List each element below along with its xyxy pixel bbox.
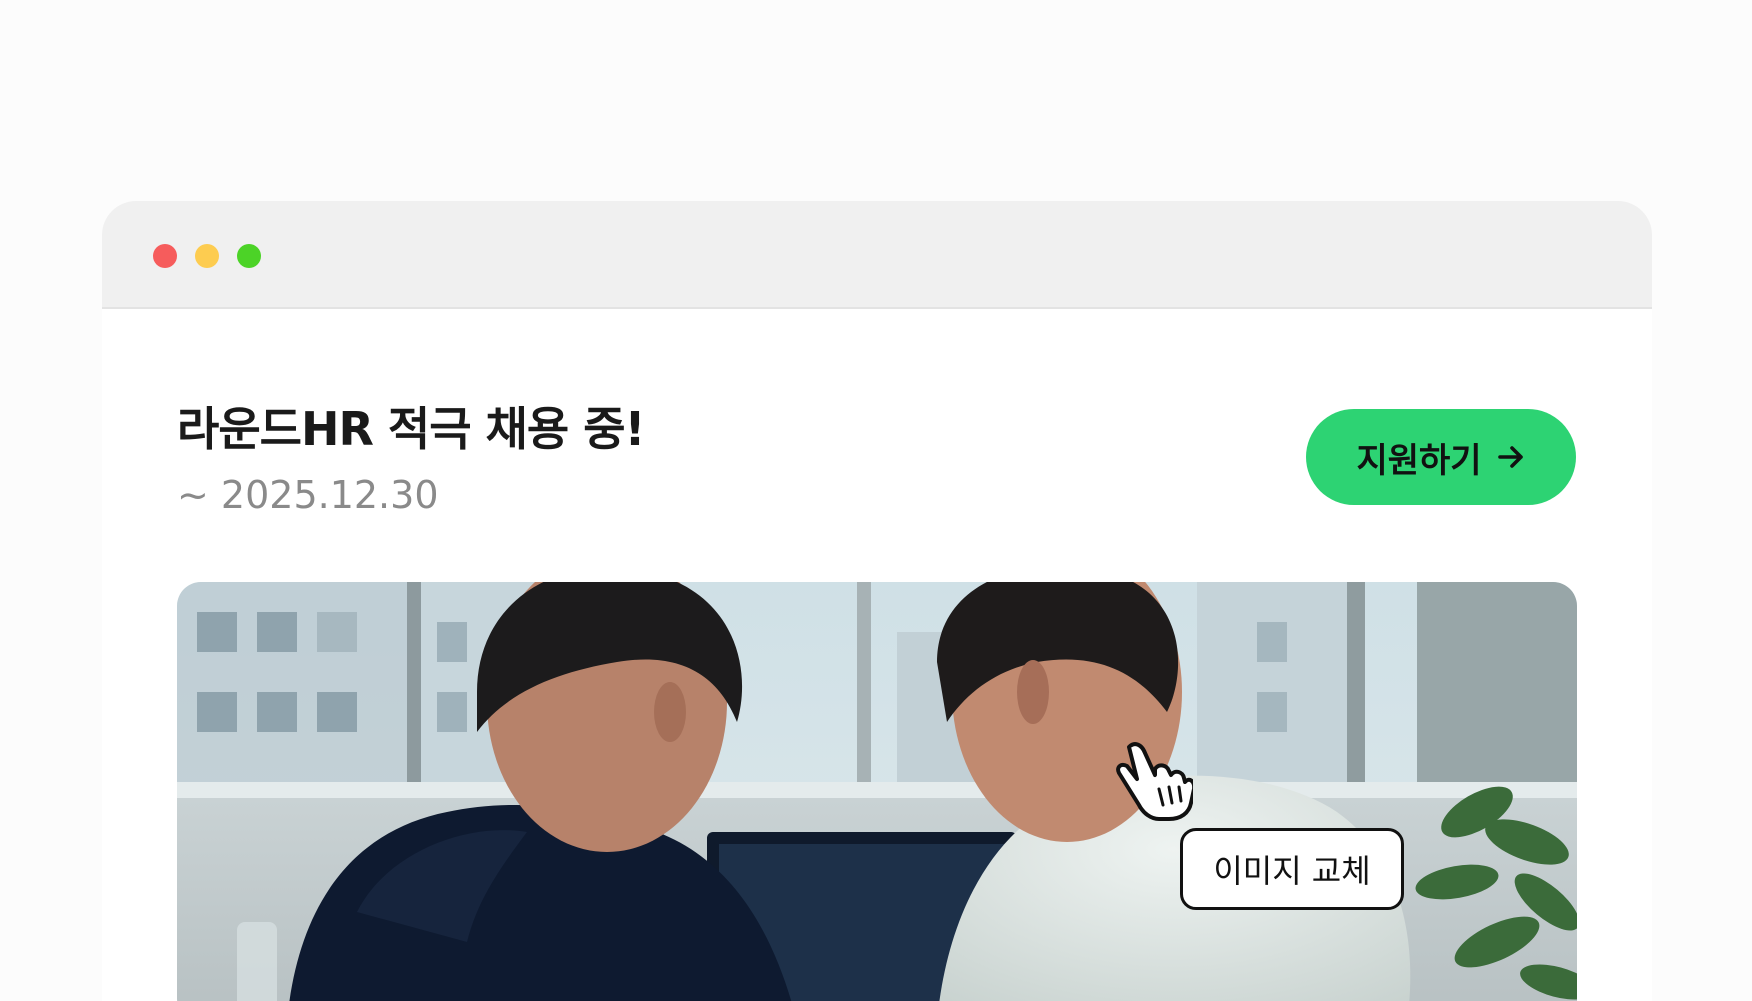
arrow-right-icon (1497, 446, 1523, 468)
apply-button-label: 지원하기 (1356, 440, 1482, 481)
application-deadline: ~ 2025.12.30 (177, 473, 439, 517)
maximize-window-dot[interactable] (237, 244, 261, 268)
office-photo (177, 582, 1577, 1001)
minimize-window-dot[interactable] (195, 244, 219, 268)
job-post-image[interactable] (177, 582, 1577, 1001)
close-window-dot[interactable] (153, 244, 177, 268)
browser-window: 라운드HR 적극 채용 중! ~ 2025.12.30 지원하기 이미지 교체 (102, 201, 1652, 1001)
replace-image-button[interactable]: 이미지 교체 (1180, 828, 1404, 910)
apply-button[interactable]: 지원하기 (1306, 409, 1576, 505)
job-post-title: 라운드HR 적극 채용 중! (177, 402, 646, 456)
window-titlebar (102, 201, 1652, 309)
